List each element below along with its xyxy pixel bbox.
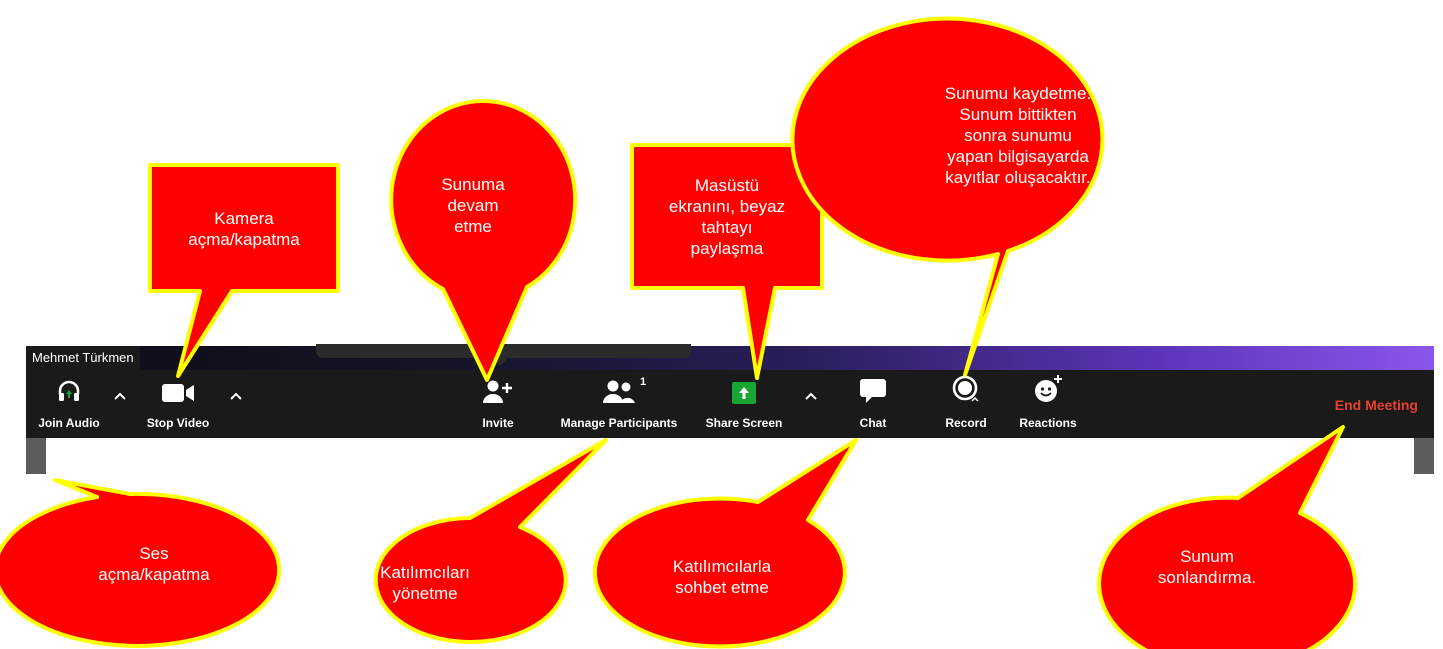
callout-camera-text: Kamera açma/kapatma (188, 209, 300, 249)
callout-record-text: Sunumu kaydetme. Sunum bittikten sonra s… (944, 83, 1092, 187)
callout-share-text: Masüstü ekranını, beyaz tahtayı paylaşma (668, 176, 786, 258)
callout-end-text: Sunum sonlandırma. (1157, 547, 1257, 587)
callout-chat-text: Katılımcılarla sohbet etme (672, 557, 772, 597)
callout-continue-text: Sunuma devam etme (441, 174, 505, 236)
callout-participants-text: Katılımcıları yönetme (380, 563, 470, 603)
callout-audio-text: Ses açma/kapatma (98, 544, 210, 584)
